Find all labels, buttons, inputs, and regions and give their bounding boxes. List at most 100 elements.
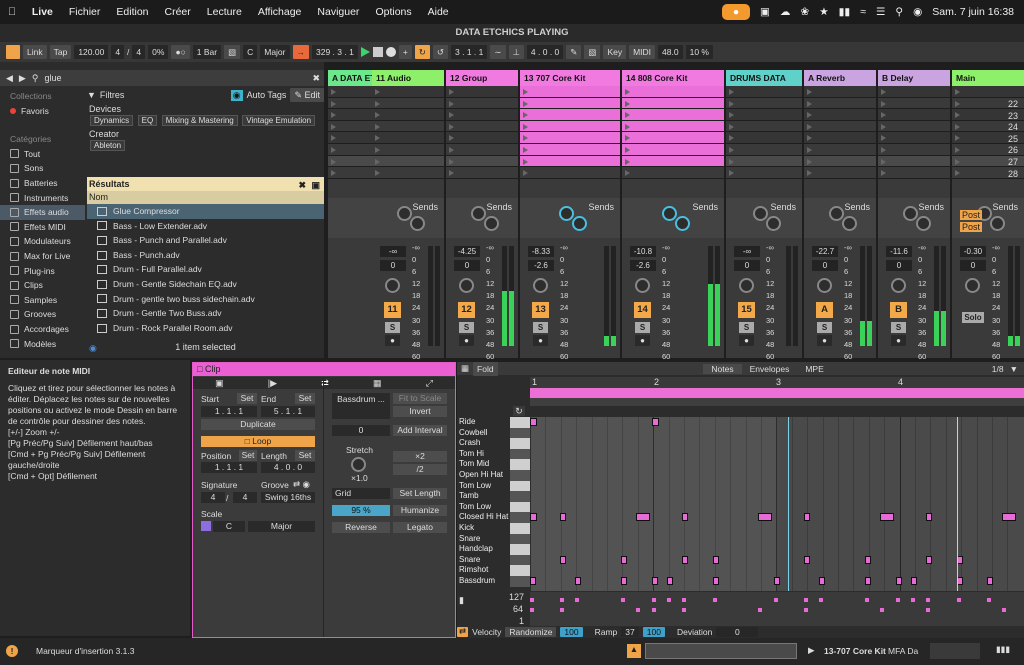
sidebar-item-sons[interactable]: Sons — [0, 161, 85, 176]
clip-slot[interactable] — [804, 109, 876, 121]
clip-launch-icon[interactable] — [523, 146, 528, 153]
ramp-value-2[interactable]: 100 — [642, 627, 665, 637]
loop-button[interactable]: □ Loop — [201, 436, 315, 447]
track-activator[interactable]: 15 — [738, 302, 755, 318]
track-activator[interactable]: 13 — [532, 302, 549, 318]
send-knob[interactable] — [484, 216, 499, 231]
back-arrow-icon[interactable]: ◀ — [6, 73, 13, 84]
scene-number[interactable]: 23 — [1008, 111, 1018, 121]
microphone-icon[interactable]: ● — [722, 4, 750, 20]
clip-slot[interactable] — [726, 109, 802, 121]
sidebar-item-modulateurs[interactable]: Modulateurs — [0, 234, 85, 249]
piano-key[interactable] — [510, 470, 530, 481]
clip-launch-icon[interactable] — [625, 100, 630, 107]
clip-slot[interactable] — [328, 109, 372, 121]
result-item[interactable]: Bass - Punch and Parallel.adv — [87, 233, 324, 248]
clip-launch-icon[interactable] — [449, 146, 454, 153]
play-track-icon[interactable]: ▶ — [808, 645, 815, 656]
clip-slot[interactable] — [446, 132, 518, 144]
midi-note[interactable] — [896, 577, 902, 585]
clip-slot[interactable] — [804, 143, 876, 156]
clip-launch-icon[interactable] — [729, 146, 734, 153]
send-knob[interactable] — [661, 206, 677, 221]
loop-start[interactable]: 3 . 1 . 1 — [451, 45, 488, 59]
send-knob[interactable] — [902, 206, 918, 221]
menu-creer[interactable]: Créer — [157, 6, 199, 18]
scene-number[interactable]: 25 — [1008, 134, 1018, 144]
clip-launch-icon[interactable] — [449, 100, 454, 107]
link-button[interactable]: Link — [23, 45, 47, 59]
wifi-icon[interactable]: ≈ — [860, 6, 866, 18]
groove-icons[interactable]: ⇄ ◉ — [293, 479, 310, 490]
track-header[interactable]: A Reverb — [804, 70, 876, 86]
midi-note[interactable] — [682, 513, 688, 522]
clip-launch-icon[interactable] — [881, 146, 886, 153]
clip-launch-icon[interactable] — [375, 89, 380, 95]
humanize-button[interactable]: Humanize — [393, 505, 447, 516]
automation-arm-icon[interactable]: ↻ — [414, 45, 430, 59]
clip-slot[interactable] — [446, 86, 518, 98]
clip-launch-icon[interactable] — [331, 158, 336, 165]
piano-key[interactable] — [510, 480, 530, 492]
clip-slot[interactable] — [372, 143, 444, 156]
randomize-amount[interactable]: 100 — [560, 627, 583, 637]
clip-slot[interactable] — [520, 120, 620, 133]
tab-audio-icon[interactable]: |▶ — [268, 378, 277, 389]
velocity-marker[interactable] — [652, 598, 656, 602]
device-thumbs[interactable] — [930, 643, 980, 659]
clip-launch-icon[interactable] — [729, 100, 734, 107]
clip-slot[interactable] — [622, 86, 724, 98]
send-knob[interactable] — [410, 216, 425, 231]
sidebar-item-clips[interactable]: Clips — [0, 278, 85, 293]
tab-envelopes[interactable]: Envelopes — [742, 364, 798, 374]
clip-slot[interactable] — [520, 86, 620, 98]
arm-icon[interactable]: ● — [891, 335, 906, 346]
clip-launch-icon[interactable] — [807, 123, 812, 130]
info-icon[interactable]: ! — [6, 645, 18, 657]
drum-key-label[interactable]: Bassdrum — [457, 576, 509, 587]
result-item[interactable]: Drum - gentle two buss sidechain.adv — [87, 292, 324, 307]
velocity-marker[interactable] — [560, 598, 564, 602]
midi-note[interactable] — [1002, 513, 1016, 522]
pan-knob[interactable] — [459, 278, 474, 293]
clip-launch-icon[interactable] — [729, 170, 734, 177]
velocity-marker[interactable] — [713, 598, 717, 602]
track-activator[interactable]: 14 — [634, 302, 651, 318]
clip-launch-icon[interactable] — [807, 89, 812, 95]
midi-note[interactable] — [636, 513, 650, 522]
velocity-lane-icon[interactable]: ▮ — [459, 595, 464, 606]
clip-slot[interactable] — [372, 120, 444, 133]
start-set-button[interactable]: Set — [237, 393, 257, 404]
scene-number[interactable]: 27 — [1008, 157, 1018, 167]
clip-launch-icon[interactable] — [449, 89, 454, 95]
drum-key-label[interactable]: Kick — [457, 523, 509, 534]
piano-key[interactable] — [510, 544, 530, 555]
midi-note[interactable] — [880, 513, 894, 522]
arm-icon[interactable]: ● — [533, 335, 548, 346]
arm-icon[interactable]: ● — [385, 335, 400, 346]
track-header[interactable]: DRUMS DATA — [726, 70, 802, 86]
clip-slot[interactable] — [878, 120, 950, 133]
clip-launch-icon[interactable] — [625, 146, 630, 153]
clip-launch-icon[interactable] — [375, 100, 380, 107]
clip-slot[interactable] — [446, 155, 518, 168]
midi-note[interactable] — [575, 577, 581, 585]
pan-field[interactable]: -2.6 — [630, 260, 656, 271]
loop-length[interactable]: 4 . 0 . 0 — [526, 45, 564, 59]
clip-scale-select[interactable]: Major — [248, 521, 315, 532]
drum-key-label[interactable]: Tom Mid — [457, 459, 509, 470]
tab-envelope-icon[interactable]: ▦ — [373, 378, 382, 389]
menu-affichage[interactable]: Affichage — [250, 6, 310, 18]
clip-slot[interactable] — [804, 120, 876, 133]
midi-note[interactable] — [560, 513, 566, 522]
menu-edition[interactable]: Edition — [108, 6, 156, 18]
clip-launch-icon[interactable] — [375, 146, 380, 153]
solo-button[interactable]: S — [459, 322, 474, 333]
midi-map-button[interactable]: MIDI — [629, 45, 656, 59]
clip-slot[interactable] — [520, 132, 620, 144]
punch-in-icon[interactable]: ∼ — [490, 45, 506, 59]
midi-note[interactable] — [926, 513, 932, 522]
end-field[interactable]: 5 . 1 . 1 — [261, 406, 315, 417]
velocity-marker[interactable] — [621, 598, 625, 602]
piano-key[interactable] — [510, 554, 530, 566]
